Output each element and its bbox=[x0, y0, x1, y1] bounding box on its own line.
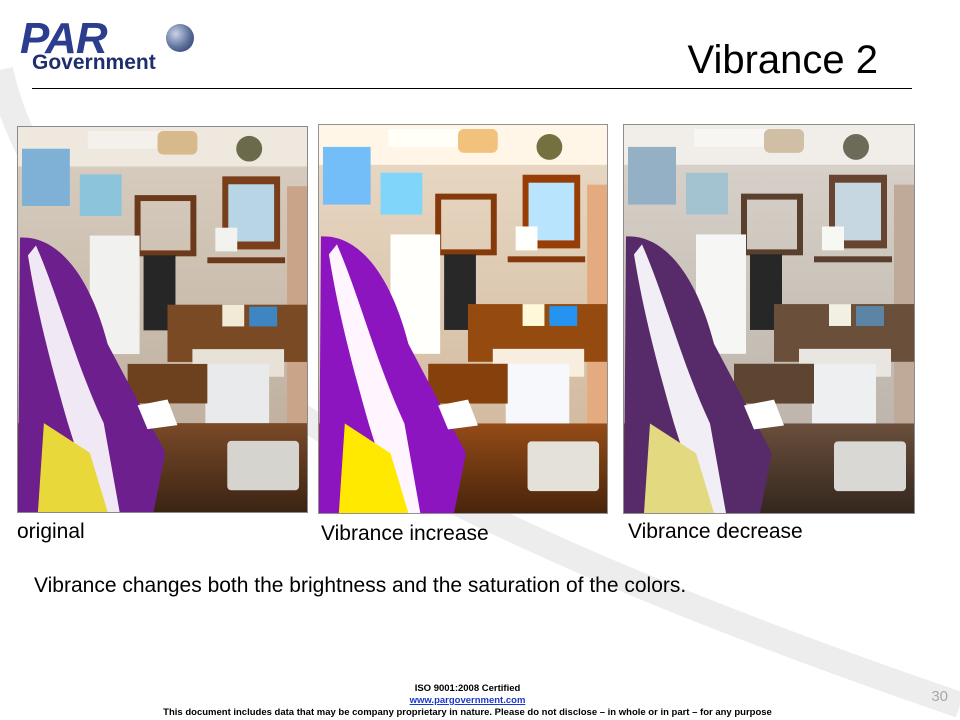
logo-subtitle: Government bbox=[32, 51, 156, 74]
globe-icon bbox=[166, 24, 194, 52]
disclaimer-text: This document includes data that may be … bbox=[163, 707, 772, 718]
caption-vibrance-decrease: Vibrance decrease bbox=[628, 520, 803, 543]
title-divider bbox=[32, 88, 912, 89]
caption-vibrance-increase: Vibrance increase bbox=[321, 522, 489, 545]
website-link[interactable]: www.pargovernment.com bbox=[410, 695, 526, 706]
company-logo: PAR Government bbox=[20, 14, 200, 75]
photo-vibrance-increase bbox=[318, 124, 608, 514]
caption-original: original bbox=[17, 520, 85, 543]
page-number: 30 bbox=[931, 688, 948, 705]
slide-title: Vibrance 2 bbox=[687, 38, 878, 82]
body-text: Vibrance changes both the brightness and… bbox=[34, 574, 687, 597]
photo-vibrance-decrease bbox=[623, 124, 915, 514]
certification-text: ISO 9001:2008 Certified bbox=[414, 683, 521, 694]
footer: ISO 9001:2008 Certified www.pargovernmen… bbox=[0, 683, 935, 719]
photo-original bbox=[17, 126, 308, 513]
